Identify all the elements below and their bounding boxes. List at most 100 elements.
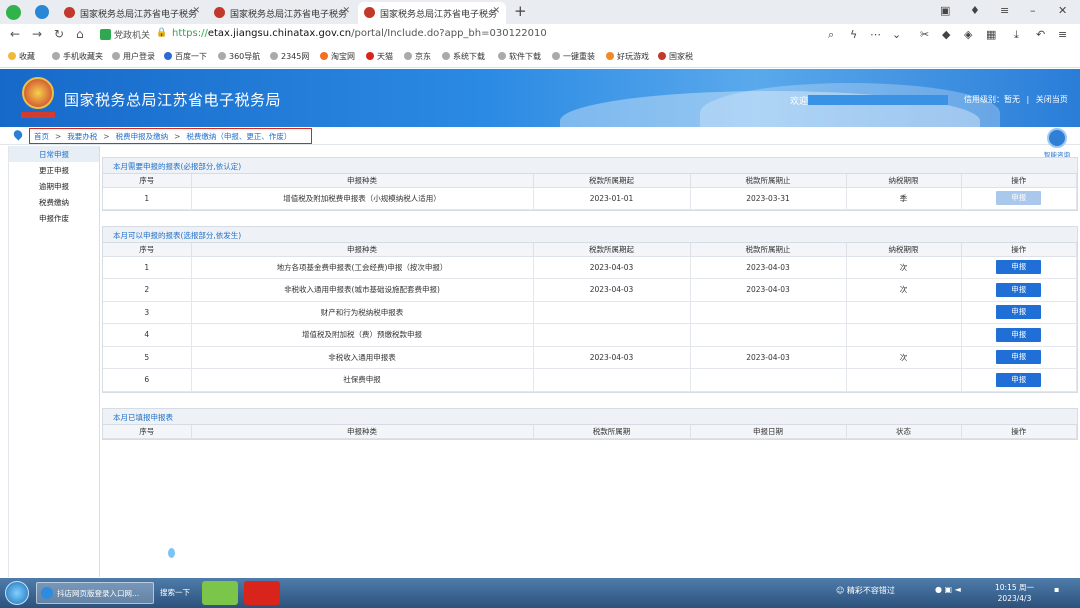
skin-icon[interactable]: ♦ [970,4,980,17]
taskbar-ie-window[interactable]: 抖店网页版登录入口网... [36,582,154,604]
new-tab-button[interactable]: + [514,2,527,20]
sidebar-item-daily-declare[interactable]: 日常申报 [9,146,99,162]
declare-button[interactable]: 申报 [996,350,1042,365]
tax-favicon-icon [214,7,225,18]
bookmark-item[interactable]: 2345网 [270,51,309,62]
declare-button-disabled[interactable]: 申报 [996,191,1042,205]
declare-button[interactable]: 申报 [996,282,1042,297]
declare-button[interactable]: 申报 [996,260,1042,275]
refresh-icon[interactable]: ↻ [54,27,64,41]
lightning-icon[interactable]: ϟ [850,28,857,41]
bookmark-item[interactable]: 手机收藏夹 [52,51,103,62]
close-tab-icon[interactable]: ✕ [342,6,350,16]
bookmark-item[interactable]: 360导航 [218,51,260,62]
bookmark-item[interactable]: 天猫 [366,51,393,62]
menu-icon[interactable]: ≡ [1000,4,1009,17]
browser-tab-bar: 国家税务总局江苏省电子税务 ✕ 国家税务总局江苏省电子税务 ✕ 国家税务总局江苏… [0,0,1080,24]
taskbar-search[interactable]: 搜索一下 [160,587,190,598]
bookmark-item[interactable]: 系统下载 [442,51,485,62]
minimize-icon[interactable]: – [1030,4,1036,17]
column-header: 申报种类 [191,243,534,257]
table-header-row: 序号 申报种类 税款所属期起 税款所属期止 纳税期限 操作 [103,174,1077,188]
close-page-link[interactable]: 关闭当页 [1036,95,1068,104]
address-bar[interactable]: 党政机关 🔒 https://etax.jiangsu.chinatax.gov… [96,26,818,44]
divider: | [1026,95,1030,104]
report-type: 社保费申报 [191,368,534,392]
back-icon[interactable]: ← [10,27,20,41]
gov-shield-icon [100,29,111,40]
panel-title: 本月需要申报的报表(必报部分,依认定) [103,158,1077,174]
sidebar-item-payment[interactable]: 税费缴纳 [9,194,99,210]
tax-period [846,301,962,324]
lock-icon: 🔒 [156,28,168,38]
bookmark-item[interactable]: 收藏 [8,51,35,62]
browser-menu-icon[interactable]: ≡ [1058,28,1067,41]
url-host: etax.jiangsu.chinatax.gov.cn [207,28,352,39]
taskbar-window-title: 抖店网页版登录入口网... [57,589,140,598]
emblem-ribbon [21,112,55,118]
bookmark-item[interactable]: 百度一下 [164,51,207,62]
report-type: 地方各项基金费申报表(工会经费)申报（按次申报） [191,256,534,279]
tray-notification[interactable]: ☺ 精彩不容错过 [836,585,895,596]
bookmark-item[interactable]: 淘宝网 [320,51,355,62]
close-tab-icon[interactable]: ✕ [192,6,200,16]
close-window-icon[interactable]: ✕ [1058,4,1067,17]
browser-tab[interactable]: 国家税务总局江苏省电子税务 ✕ [208,2,356,24]
bookmark-item[interactable]: 京东 [404,51,431,62]
chevron-down-icon[interactable]: ⌄ [892,28,901,41]
download-icon[interactable]: ⤓ [1014,28,1019,42]
site-banner: 国家税务总局江苏省电子税务局 欢迎 信用级别：暂无 | 关闭当页 [0,69,1080,127]
sidebar-item-correction[interactable]: 更正申报 [9,162,99,178]
row-number: 6 [103,368,192,392]
scissors-icon[interactable]: ✂ [920,28,929,41]
breadcrumb-item[interactable]: 税费申报及缴纳 [116,132,169,141]
system-clock[interactable]: 10:15 周一 2023/4/3 [995,582,1034,604]
search-icon[interactable]: ⌕ [828,28,834,42]
telegram-icon[interactable] [35,5,49,19]
undo-icon[interactable]: ↶ [1036,28,1045,41]
period-start [533,368,691,392]
home-icon[interactable]: ⌂ [76,27,84,41]
sidebar-item-overdue[interactable]: 逾期申报 [9,178,99,194]
browser-app-icon[interactable] [202,581,238,605]
declare-button[interactable]: 申报 [996,372,1042,387]
breadcrumb-current[interactable]: 税费缴纳（申报、更正、作废） [186,132,291,141]
declare-button[interactable]: 申报 [996,327,1042,342]
breadcrumb-item[interactable]: 我要办税 [67,132,97,141]
breadcrumb: 首页 > 我要办税 > 税费申报及缴纳 > 税费缴纳（申报、更正、作废） [29,128,312,144]
breadcrumb-home[interactable]: 首页 [34,132,49,141]
wps-app-icon[interactable] [244,581,280,605]
tab-count-icon[interactable]: ▣ [940,4,950,17]
extension-icon[interactable]: ◆ [942,28,950,41]
forward-icon[interactable]: → [32,27,42,41]
filled-reports-panel: 本月已填报申报表 序号 申报种类 税款所属期 申报日期 状态 操作 [102,408,1078,440]
bookmark-item[interactable]: 国家税 [658,51,693,62]
bookmark-item[interactable]: 一键重装 [552,51,595,62]
start-button[interactable] [5,581,29,605]
tray-icons[interactable]: ● ▣ ◄ [935,585,961,594]
browser-tab[interactable]: 国家税务总局江苏省电子税务 ✕ [58,2,206,24]
row-number: 2 [103,278,192,302]
tax-period: 次 [846,278,962,302]
report-type: 非税收入通用申报表 [191,346,534,369]
table-row: 3 财产和行为税纳税申报表 申报 [103,301,1077,324]
period-start: 2023-01-01 [533,187,691,210]
url-text[interactable]: https://etax.jiangsu.chinatax.gov.cn/por… [172,28,547,39]
browser-tab-active[interactable]: 国家税务总局江苏省电子税务 ✕ [358,2,506,24]
period-end: 2023-04-03 [690,256,847,279]
bookmark-label: 手机收藏夹 [63,52,103,61]
row-number: 1 [103,256,192,279]
apps-icon[interactable]: ▦ [986,28,996,41]
bookmark-item[interactable]: 软件下载 [498,51,541,62]
close-tab-icon[interactable]: ✕ [492,6,500,16]
column-header: 税款所属期起 [533,243,691,257]
declare-button[interactable]: 申报 [996,305,1042,320]
show-desktop-button[interactable]: ▪ [1054,585,1059,594]
sidebar-item-void[interactable]: 申报作废 [9,210,99,226]
bookmark-item[interactable]: 好玩游戏 [606,51,649,62]
more-icon[interactable]: ⋯ [870,28,881,41]
column-header: 税款所属期止 [690,174,847,188]
browser-logo-icon[interactable] [6,5,21,20]
game-icon[interactable]: ◈ [964,28,972,41]
bookmark-item[interactable]: 用户登录 [112,51,155,62]
